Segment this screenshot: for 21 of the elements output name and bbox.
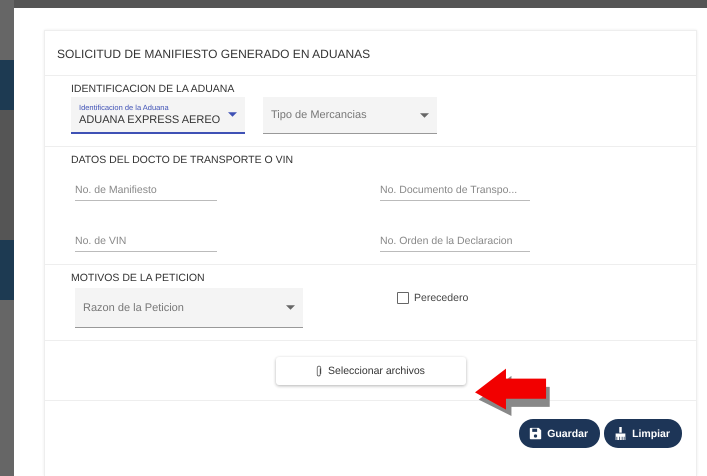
action-button[interactable]: Limpiar <box>604 419 682 448</box>
caret-icon <box>286 305 295 310</box>
input-field[interactable]: No. de Manifiesto <box>75 180 217 201</box>
floppy-icon <box>529 427 542 440</box>
caret-icon <box>228 112 237 117</box>
section-heading: IDENTIFICACION DE LA ADUANA <box>71 83 236 95</box>
action-button[interactable]: Guardar <box>519 419 600 448</box>
input-field[interactable]: No. de VIN <box>75 231 217 252</box>
checkbox-label: Perecedero <box>414 292 468 304</box>
checkbox[interactable] <box>397 292 409 304</box>
select-files-button[interactable]: Seleccionar archivos <box>276 357 466 385</box>
section-heading: MOTIVOS DE LA PETICION <box>71 272 206 284</box>
select-field[interactable]: Tipo de Mercancias <box>263 97 437 134</box>
caret-icon <box>420 112 429 118</box>
select-field[interactable]: Razon de la Peticion <box>75 288 303 328</box>
paperclip-icon <box>316 364 322 378</box>
section-heading: DATOS DEL DOCTO DE TRANSPORTE O VIN <box>71 154 294 166</box>
input-field[interactable]: No. Documento de Transpo... <box>380 180 530 201</box>
input-field[interactable]: No. Orden de la Declaracion <box>380 231 530 252</box>
form-title: SOLICITUD DE MANIFIESTO GENERADO EN ADUANAS <box>45 31 696 76</box>
broom-icon <box>614 427 628 440</box>
